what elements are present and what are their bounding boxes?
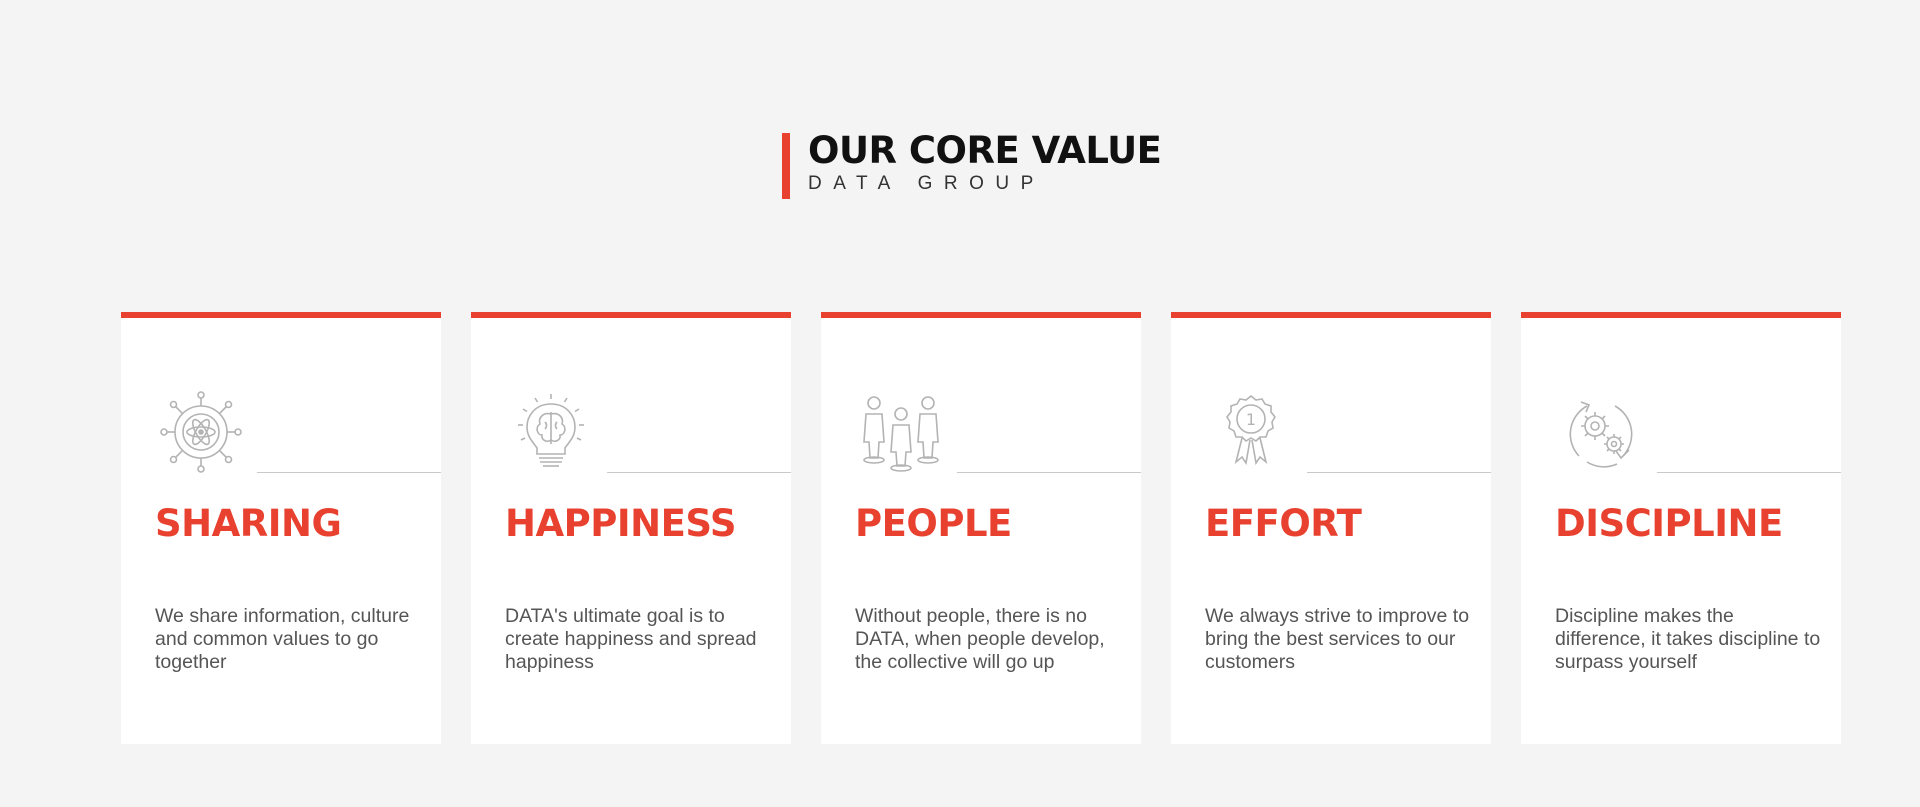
page-subtitle: DATA GROUP [808,173,1045,194]
card-title: SHARING [155,502,342,545]
lightbulb-brain-icon [509,390,593,474]
card-title: HAPPINESS [505,502,736,545]
card-divider [257,472,441,473]
award-medal-icon: 1 [1209,390,1293,474]
people-group-icon [859,390,943,474]
card-description: Without people, there is no DATA, when p… [855,605,1105,673]
card-description: We always strive to improve to bring the… [1205,605,1470,673]
card-description: DATA's ultimate goal is to create happin… [505,605,757,673]
value-card-happiness: HAPPINESS DATA's ultimate goal is to cre… [471,312,791,744]
gears-cycle-icon [1559,390,1643,474]
card-title: EFFORT [1205,502,1362,545]
card-divider [957,472,1141,473]
card-title: DISCIPLINE [1555,502,1783,545]
value-card-sharing: SHARING We share information, culture an… [121,312,441,744]
value-card-people: PEOPLE Without people, there is no DATA,… [821,312,1141,744]
card-title: PEOPLE [855,502,1012,545]
value-card-effort: 1 EFFORT We always strive to improve to … [1171,312,1491,744]
card-description: We share information, culture and common… [155,605,410,673]
svg-text:1: 1 [1246,410,1256,429]
card-description: Discipline makes the difference, it take… [1555,605,1821,673]
page-title: OUR CORE VALUE [808,129,1162,172]
atom-network-icon [159,390,243,474]
card-divider [607,472,791,473]
value-card-discipline: DISCIPLINE Discipline makes the differen… [1521,312,1841,744]
card-divider [1657,472,1841,473]
section-header: OUR CORE VALUE DATA GROUP [782,129,1162,199]
card-divider [1307,472,1491,473]
